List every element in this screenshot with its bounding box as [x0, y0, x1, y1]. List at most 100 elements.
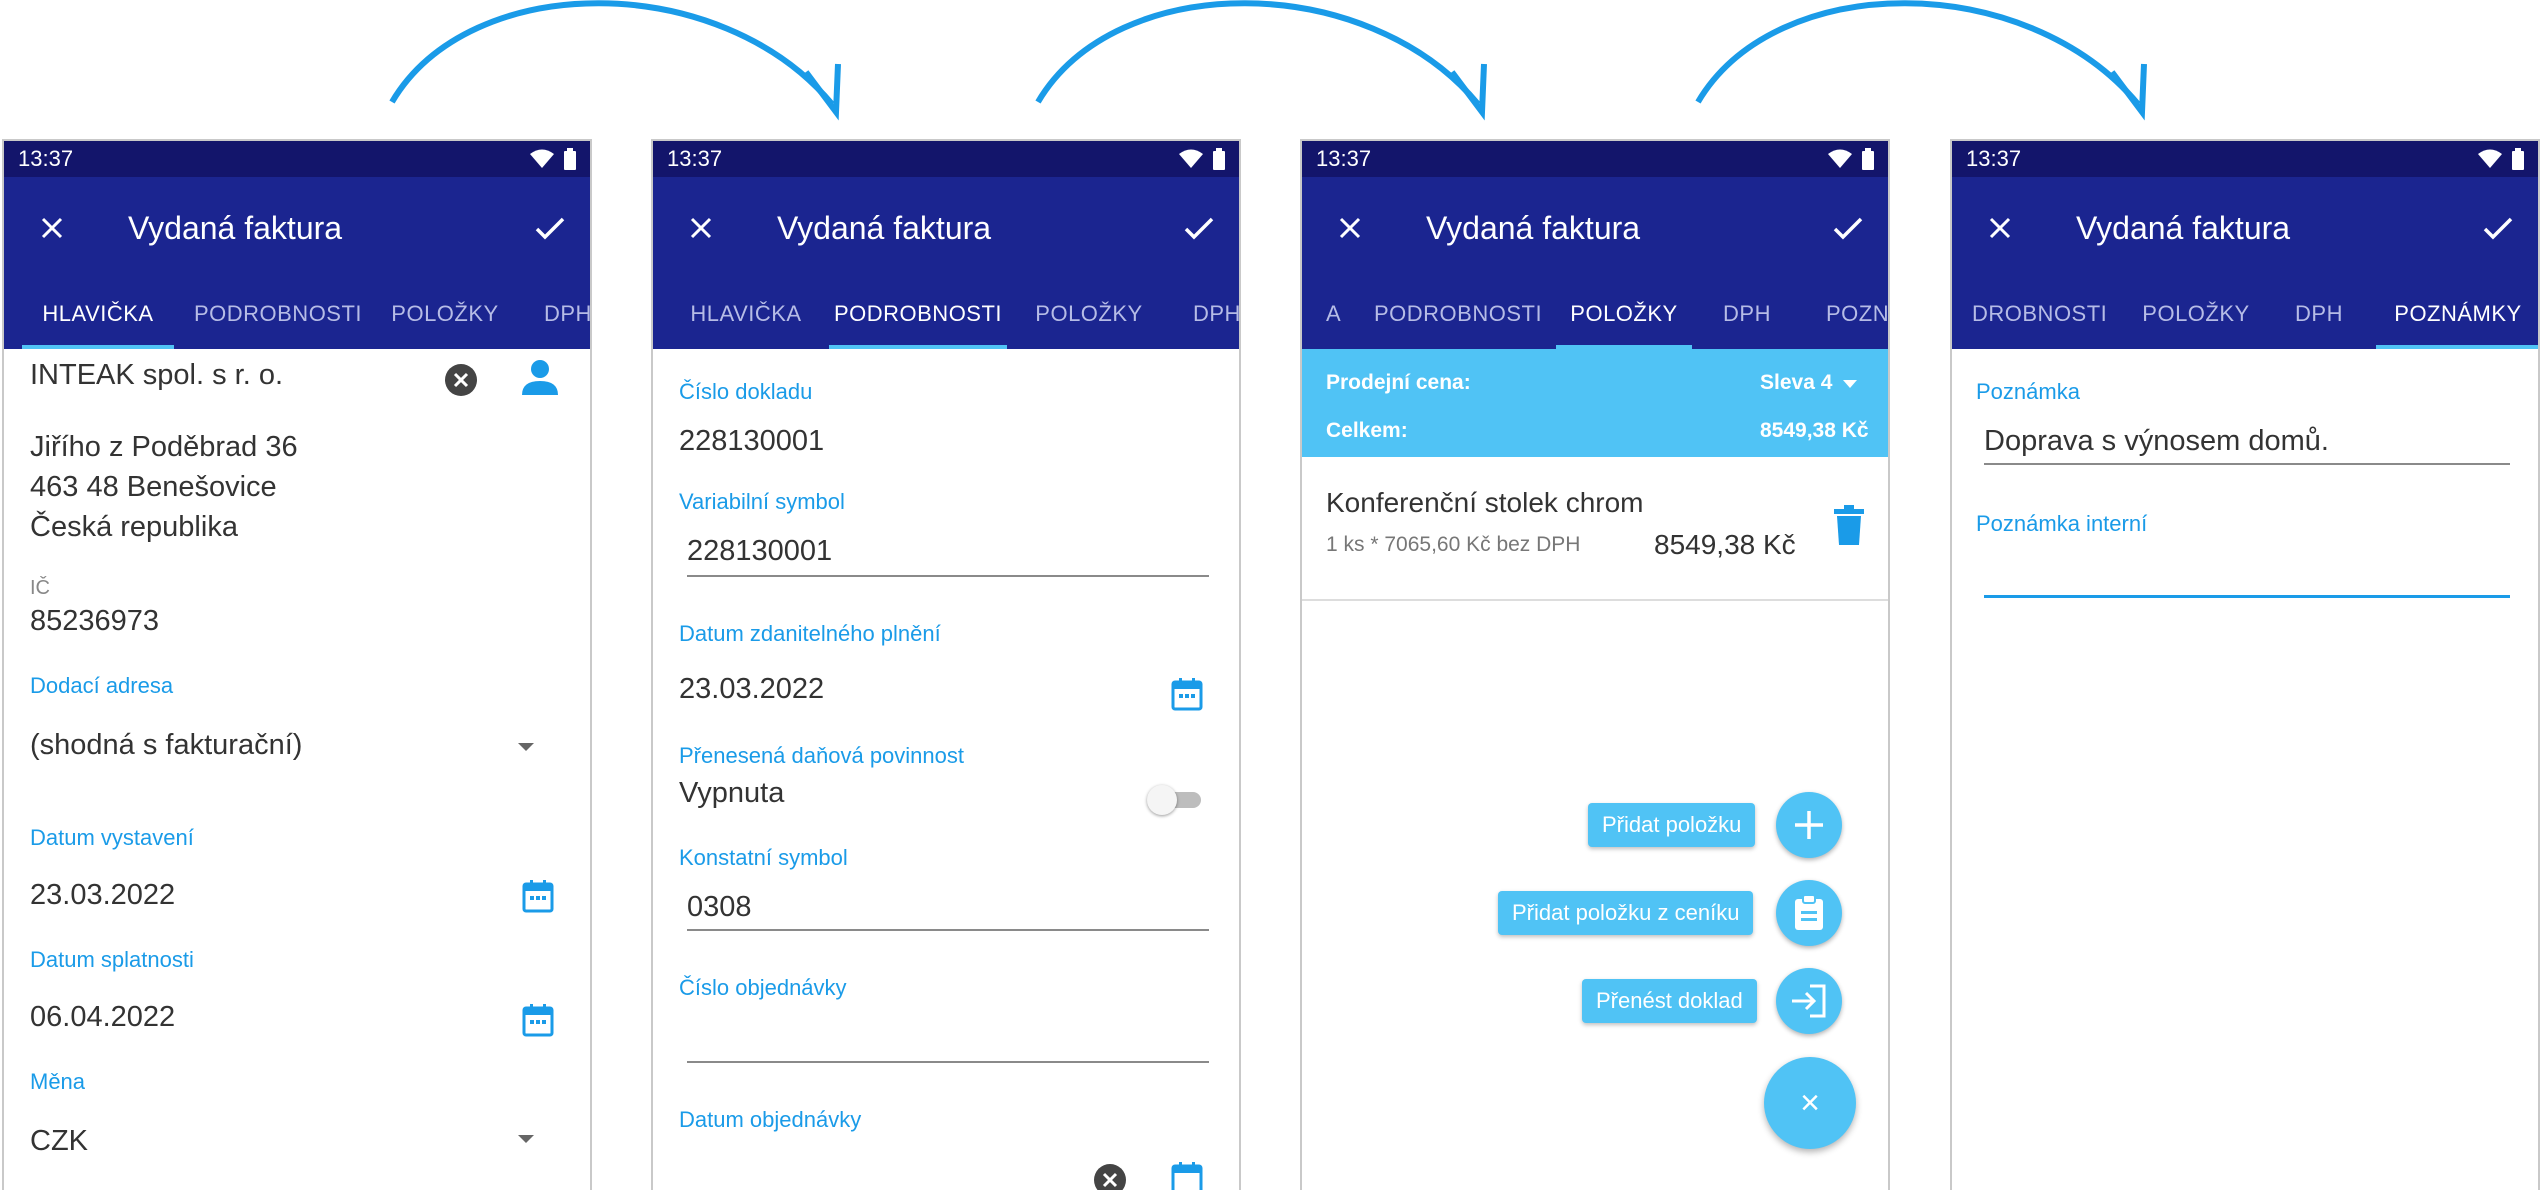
item-name: Konferenční stolek chrom	[1326, 487, 1644, 518]
clear-icon[interactable]	[1093, 1163, 1127, 1190]
tab-items[interactable]: POLOŽKY	[1556, 279, 1692, 349]
document-number-value: 228130001	[679, 425, 825, 457]
tab-header[interactable]: HLAVIČKA	[683, 279, 809, 349]
constant-symbol-input[interactable]: 0308	[687, 891, 752, 924]
item-price: 8549,38 Kč	[1654, 529, 1796, 560]
tab-details[interactable]: PODROBNOSTI	[1374, 279, 1542, 349]
clear-icon[interactable]	[444, 363, 478, 397]
tab-items[interactable]: POLOŽKY	[2134, 279, 2258, 349]
dropdown-arrow-icon[interactable]	[1842, 379, 1858, 389]
issue-date-field[interactable]: 23.03.2022	[30, 879, 175, 912]
variable-symbol-input[interactable]: 228130001	[687, 535, 832, 568]
content-area: Poznámka Doprava s výnosem domů. Poznámk…	[1952, 349, 2538, 1190]
close-menu-fab[interactable]: ×	[1764, 1057, 1856, 1149]
price-type-select[interactable]: Sleva 4	[1760, 371, 1832, 395]
tab-bar: HLAVIČKA PODROBNOSTI POLOŽKY DPH	[653, 279, 1239, 349]
order-date-label: Datum objednávky	[679, 1107, 862, 1132]
arrow-2-head	[1449, 63, 1487, 121]
check-icon	[535, 217, 565, 240]
close-icon	[690, 217, 712, 239]
tab-bar: DROBNOSTI POLOŽKY DPH POZNÁMKY	[1952, 279, 2538, 349]
note-input[interactable]: Doprava s výnosem domů.	[1984, 425, 2329, 458]
tab-vat[interactable]: DPH	[1193, 279, 1239, 349]
close-button[interactable]	[1330, 208, 1370, 248]
total-value: 8549,38 Kč	[1760, 419, 1869, 442]
close-icon	[41, 217, 63, 239]
address-line-2: 463 48 Benešovice	[30, 471, 277, 503]
wifi-icon	[530, 149, 554, 168]
close-button[interactable]	[32, 208, 72, 248]
status-time: 13:37	[1316, 146, 1372, 171]
delivery-address-select[interactable]: (shodná s fakturační)	[30, 729, 302, 762]
tab-items[interactable]: POLOŽKY	[382, 279, 508, 349]
tab-details[interactable]: PODROBNOSTI	[190, 279, 366, 349]
tab-notes[interactable]: POZNÁMKY	[2376, 279, 2538, 349]
add-item-label[interactable]: Přidat položku	[1588, 803, 1756, 847]
add-icon	[1795, 811, 1823, 839]
add-item-button[interactable]	[1776, 792, 1842, 858]
due-date-field[interactable]: 06.04.2022	[30, 1001, 175, 1034]
calendar-icon[interactable]	[522, 1003, 554, 1037]
currency-select[interactable]: CZK	[30, 1125, 88, 1158]
variable-symbol-label: Variabilní symbol	[679, 489, 845, 514]
tab-items[interactable]: POLOŽKY	[1027, 279, 1151, 349]
price-type-label: Prodejní cena:	[1326, 371, 1471, 394]
reverse-charge-toggle[interactable]	[1147, 783, 1203, 817]
tab-header-partial[interactable]: A	[1326, 279, 1346, 349]
tab-details-partial[interactable]: DROBNOSTI	[1972, 279, 2122, 349]
app-bar: Vydaná faktura	[4, 177, 590, 279]
calendar-icon[interactable]	[1171, 1161, 1203, 1190]
variable-symbol-underline	[687, 575, 1209, 577]
status-bar: 13:37	[1952, 141, 2538, 177]
calendar-icon[interactable]	[522, 879, 554, 913]
transfer-document-label[interactable]: Přenést doklad	[1582, 979, 1757, 1023]
dropdown-arrow-icon[interactable]	[516, 741, 536, 753]
address-line-3: Česká republika	[30, 511, 238, 543]
dropdown-arrow-icon[interactable]	[516, 1133, 536, 1145]
ic-label: IČ	[30, 577, 50, 599]
battery-icon	[1213, 148, 1225, 170]
tab-vat[interactable]: DPH	[1712, 279, 1782, 349]
constant-symbol-label: Konstatní symbol	[679, 845, 848, 870]
tab-details[interactable]: PODROBNOSTI	[829, 279, 1007, 349]
arrow-3-to-4	[1695, 0, 2141, 106]
tab-vat[interactable]: DPH	[544, 279, 590, 349]
arrow-1-to-2	[389, 0, 835, 106]
wifi-icon	[2478, 149, 2502, 168]
close-button[interactable]	[1980, 208, 2020, 248]
confirm-button[interactable]	[2478, 208, 2518, 248]
close-icon	[1339, 217, 1361, 239]
tab-header[interactable]: HLAVIČKA	[22, 279, 174, 349]
close-icon	[1989, 217, 2011, 239]
ic-value: 85236973	[30, 605, 160, 637]
phone-screen-header: 13:37 Vydaná faktura HLAVIČKA PODROBNOST…	[2, 139, 592, 1190]
internal-note-underline	[1984, 595, 2510, 598]
confirm-button[interactable]	[530, 208, 570, 248]
confirm-button[interactable]	[1179, 208, 1219, 248]
clipboard-icon	[1795, 895, 1823, 930]
add-from-pricelist-button[interactable]	[1776, 880, 1842, 946]
person-icon[interactable]	[520, 357, 560, 397]
app-bar: Vydaná faktura	[1952, 177, 2538, 279]
total-label: Celkem:	[1326, 419, 1408, 442]
due-date-label: Datum splatnosti	[30, 947, 194, 972]
calendar-icon[interactable]	[1171, 677, 1203, 711]
confirm-button[interactable]	[1828, 208, 1868, 248]
close-button[interactable]	[681, 208, 721, 248]
status-bar: 13:37	[4, 141, 590, 177]
status-bar: 13:37	[1302, 141, 1888, 177]
add-from-pricelist-label[interactable]: Přidat položku z ceníku	[1498, 891, 1754, 935]
delete-icon[interactable]	[1834, 505, 1864, 545]
list-item[interactable]	[1302, 457, 1888, 601]
document-number-label: Číslo dokladu	[679, 379, 813, 404]
tax-date-field[interactable]: 23.03.2022	[679, 673, 824, 706]
tab-notes-partial[interactable]: POZN	[1826, 279, 1888, 349]
transfer-document-button[interactable]	[1776, 968, 1842, 1034]
internal-note-label: Poznámka interní	[1976, 511, 2148, 536]
tab-vat[interactable]: DPH	[2280, 279, 2358, 349]
transfer-icon	[1792, 984, 1826, 1018]
arrow-2-to-3	[1035, 0, 1481, 106]
battery-icon	[1862, 148, 1874, 170]
page-title: Vydaná faktura	[777, 209, 992, 246]
tab-bar: A PODROBNOSTI POLOŽKY DPH POZN	[1302, 279, 1888, 349]
